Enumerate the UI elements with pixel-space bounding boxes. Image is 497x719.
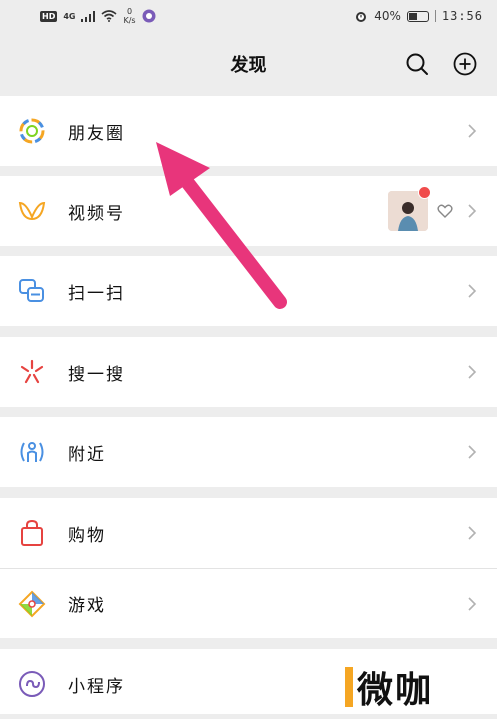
- menu-item-games[interactable]: 游戏: [0, 568, 497, 638]
- moments-icon: [18, 117, 46, 145]
- chevron-right-icon: [468, 284, 477, 298]
- chevron-right-icon: [468, 596, 477, 611]
- menu-item-scan[interactable]: 扫一扫: [0, 256, 497, 326]
- section-nearby: 附近: [0, 417, 497, 487]
- chevron-right-icon: [468, 526, 477, 540]
- chevron-right-icon: [468, 365, 477, 379]
- menu-label: 附近: [68, 444, 106, 465]
- shopping-bag-icon: [18, 519, 46, 547]
- menu-item-search[interactable]: 搜一搜: [0, 337, 497, 407]
- add-icon[interactable]: [453, 52, 477, 76]
- search-feature-icon: [18, 358, 46, 386]
- menu-label: 扫一扫: [68, 283, 125, 304]
- menu-label: 游戏: [68, 596, 106, 616]
- clock: 13:56: [441, 9, 483, 23]
- battery-percent: 40%: [374, 9, 401, 23]
- status-left: HD 4G 0 K/s: [40, 7, 156, 25]
- wifi-icon: [101, 10, 118, 22]
- notification-dot: [418, 186, 431, 199]
- header-actions: [405, 52, 477, 76]
- app-notification-icon: [142, 9, 156, 23]
- network-type: 4G: [63, 11, 76, 21]
- menu-item-nearby[interactable]: 附近: [0, 417, 497, 487]
- section-channels: 视频号: [0, 176, 497, 246]
- net-speed: 0 K/s: [123, 7, 135, 25]
- battery-icon: [406, 10, 429, 22]
- header: 发现: [0, 32, 497, 96]
- menu-label: 小程序: [68, 676, 125, 697]
- page-title: 发现: [230, 55, 267, 76]
- hd-badge: HD: [40, 10, 58, 22]
- menu-label: 购物: [68, 525, 106, 546]
- status-divider: [434, 10, 436, 22]
- nearby-icon: [18, 438, 46, 466]
- menu-label: 视频号: [68, 203, 125, 224]
- section-shopping-games: 购物 游戏: [0, 498, 497, 638]
- chevron-right-icon: [468, 445, 477, 459]
- mini-program-icon: [18, 670, 46, 698]
- search-icon[interactable]: [405, 52, 429, 76]
- menu-item-shopping[interactable]: 购物: [0, 498, 497, 568]
- signal-icon: [81, 10, 96, 22]
- alarm-icon: [356, 12, 367, 22]
- scan-icon: [18, 277, 46, 305]
- game-icon: [18, 590, 46, 618]
- channels-icon: [18, 197, 46, 225]
- menu-item-channels[interactable]: 视频号: [0, 176, 497, 246]
- menu-item-moments[interactable]: 朋友圈: [0, 96, 497, 166]
- section-moments: 朋友圈: [0, 96, 497, 166]
- section-scan: 扫一扫: [0, 256, 497, 326]
- menu-label: 搜一搜: [68, 364, 125, 385]
- watermark-logo: 微咖: [345, 660, 465, 714]
- watermark-accent-bar: [345, 667, 353, 707]
- net-speed-unit: K/s: [123, 16, 136, 25]
- status-right: 40% 13:56: [354, 9, 483, 23]
- heart-icon: [437, 204, 453, 218]
- status-bar: HD 4G 0 K/s 40% 13:56: [0, 0, 497, 32]
- menu-label: 朋友圈: [68, 123, 125, 144]
- chevron-right-icon: [468, 204, 477, 218]
- watermark-text: 微咖: [357, 670, 434, 711]
- chevron-right-icon: [468, 124, 477, 138]
- net-speed-value: 0: [126, 7, 133, 16]
- section-search: 搜一搜: [0, 337, 497, 407]
